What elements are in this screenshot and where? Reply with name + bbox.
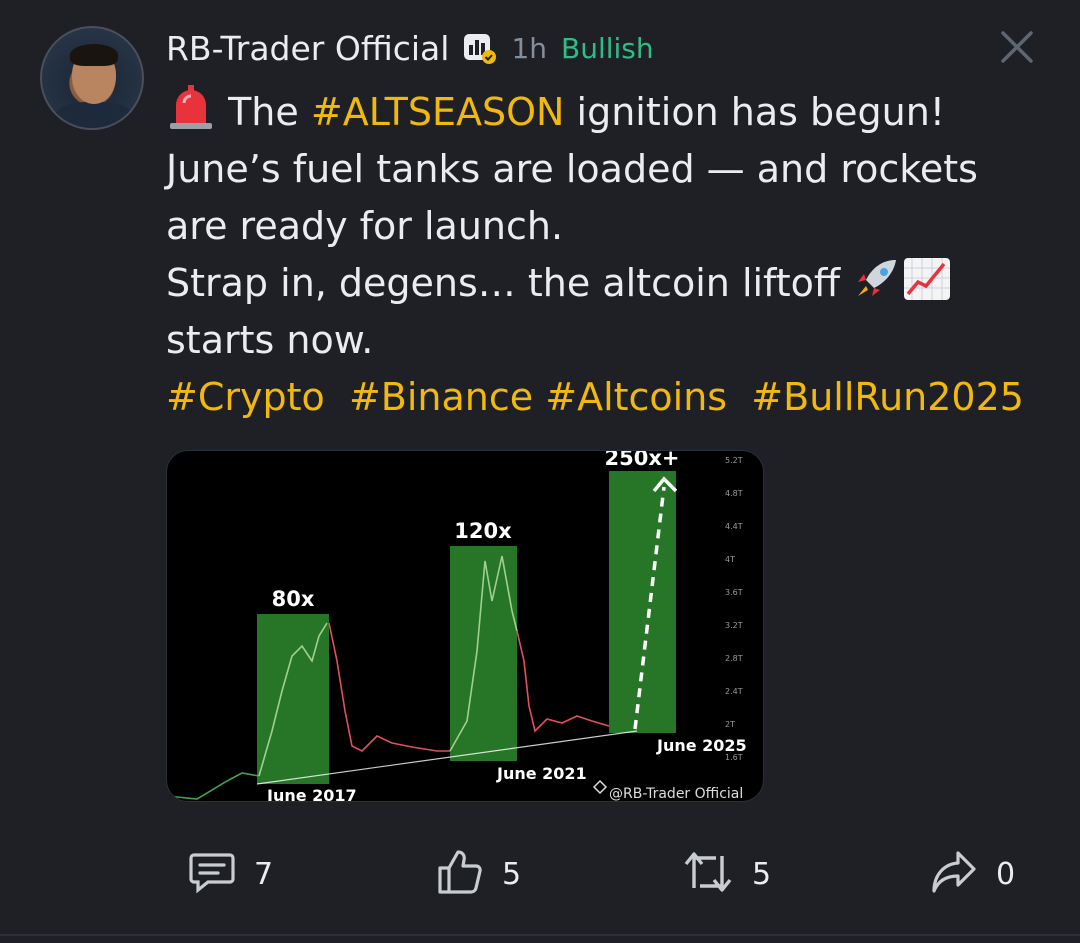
y-tick-label: 3.2T xyxy=(725,621,743,630)
y-tick-label: 4.4T xyxy=(725,522,743,531)
binance-logo-icon xyxy=(592,779,608,795)
comment-icon xyxy=(188,849,236,899)
share-icon xyxy=(930,849,978,899)
period-label: June 2021 xyxy=(496,764,587,783)
y-tick-label: 4T xyxy=(725,555,735,564)
y-tick-label: 3.6T xyxy=(725,588,743,597)
multiplier-label: 80x xyxy=(272,587,315,611)
post-header: RB-Trader Official 1h Bullish xyxy=(166,26,654,70)
repost-count: 5 xyxy=(752,856,772,892)
content-line-5: starts now. xyxy=(166,318,374,362)
watermark-text: @RB-Trader Official xyxy=(609,786,743,802)
content-line-4: Strap in, degens… the altcoin liftoff xyxy=(166,255,1046,312)
post-time: 1h xyxy=(511,31,547,65)
highlight-box xyxy=(609,471,676,733)
police-light-emoji xyxy=(166,85,216,131)
hashtag-crypto[interactable]: #Crypto xyxy=(166,375,325,419)
multiplier-label: 120x xyxy=(454,519,512,543)
chart-increasing-emoji xyxy=(902,256,952,302)
divider xyxy=(0,934,1080,936)
content-line-1: The #ALTSEASON ignition has begun! xyxy=(166,84,1046,141)
comment-count: 7 xyxy=(254,856,274,892)
avatar-body xyxy=(54,102,134,128)
content-text: ignition has begun! xyxy=(576,90,946,134)
y-tick-label: 2.4T xyxy=(725,687,743,696)
repost-button[interactable]: 5 xyxy=(682,846,771,902)
hashtag-altseason[interactable]: #ALTSEASON xyxy=(311,90,565,134)
avatar-hair xyxy=(70,44,118,66)
action-bar: 7 5 5 0 xyxy=(0,846,1080,902)
multiplier-label: 250x+ xyxy=(605,451,680,470)
content-line-3: are ready for launch. xyxy=(166,204,564,248)
y-tick-label: 2T xyxy=(725,720,735,729)
share-button[interactable]: 0 xyxy=(930,846,1015,902)
like-button[interactable]: 5 xyxy=(436,846,521,902)
hashtag-bullrun2025[interactable]: #BullRun2025 xyxy=(751,375,1024,419)
author-name[interactable]: RB-Trader Official xyxy=(166,29,449,68)
content-line-2: June’s fuel tanks are loaded — and rocke… xyxy=(166,147,978,191)
hashtag-binance[interactable]: #Binance xyxy=(349,375,533,419)
share-count: 0 xyxy=(996,856,1016,892)
price-line xyxy=(167,772,260,800)
chart-image[interactable]: 80x June 2017 120x June 2021 250x+ June 2025 5… xyxy=(166,450,764,802)
close-icon[interactable] xyxy=(998,28,1036,66)
rocket-emoji xyxy=(852,256,902,302)
period-label: June 2017 xyxy=(266,786,357,802)
price-line xyxy=(328,622,450,752)
content-text: The xyxy=(228,90,299,134)
y-tick-label: 1.6T xyxy=(725,753,743,762)
post-content: The #ALTSEASON ignition has begun! June’… xyxy=(166,84,1046,426)
sentiment-label: Bullish xyxy=(561,31,654,65)
content-text: Strap in, degens… the altcoin liftoff xyxy=(166,261,841,305)
hashtag-row: #Crypto #Binance #Altcoins #BullRun2025 xyxy=(166,369,1046,426)
like-count: 5 xyxy=(502,856,522,892)
hashtag-altcoins[interactable]: #Altcoins xyxy=(545,375,727,419)
price-line xyxy=(516,630,610,733)
comment-button[interactable]: 7 xyxy=(188,846,273,902)
thumbs-up-icon xyxy=(436,848,484,900)
author-avatar[interactable] xyxy=(40,26,144,130)
y-tick-label: 4.8T xyxy=(725,489,743,498)
y-tick-label: 2.8T xyxy=(725,654,743,663)
y-tick-label: 5.2T xyxy=(725,456,743,465)
repost-icon xyxy=(682,848,734,900)
chart-svg: 80xJune 2017120xJune 2021250x+June 20255… xyxy=(167,451,747,802)
creator-badge-icon xyxy=(463,31,497,65)
